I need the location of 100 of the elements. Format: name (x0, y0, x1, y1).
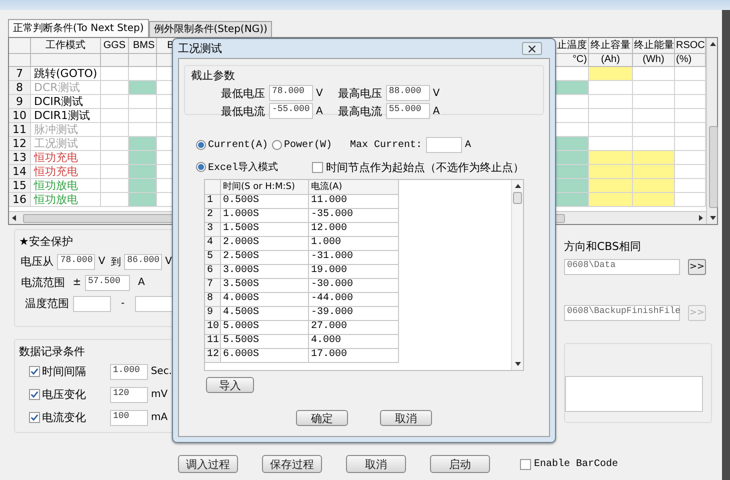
input-field[interactable]: 88.000 (386, 85, 430, 101)
table-cell: 17.000 (309, 349, 399, 363)
table-cell[interactable] (129, 193, 157, 207)
row-number: 3 (205, 223, 221, 237)
checkbox[interactable] (520, 458, 531, 470)
table-cell[interactable] (633, 81, 675, 95)
button[interactable]: 保存过程 (262, 455, 322, 473)
input-field[interactable]: 120 (110, 386, 148, 402)
label: Enable BarCode (534, 458, 618, 470)
table-cell[interactable] (589, 193, 633, 207)
tab[interactable]: 正常判断条件(To Next Step) (8, 19, 149, 37)
table-cell[interactable] (101, 95, 129, 109)
table-cell[interactable] (129, 95, 157, 109)
table-cell[interactable] (633, 179, 675, 193)
table-cell[interactable] (129, 67, 157, 81)
table-cell[interactable] (101, 151, 129, 165)
checkbox[interactable] (29, 389, 40, 400)
table-cell[interactable] (101, 179, 129, 193)
table-cell[interactable] (101, 165, 129, 179)
input-field[interactable]: 0608\Data (564, 259, 680, 275)
browse-button[interactable]: >> (688, 259, 706, 275)
input-field[interactable]: 57.500 (85, 274, 130, 290)
button[interactable]: 确定 (296, 410, 348, 426)
table-cell[interactable] (129, 137, 157, 151)
table-cell[interactable] (633, 193, 675, 207)
column-header[interactable]: 工作模式 (31, 38, 101, 54)
table-cell[interactable] (101, 81, 129, 95)
row-number: 11 (205, 335, 221, 349)
table-cell[interactable] (129, 81, 157, 95)
table-cell[interactable] (589, 95, 633, 109)
table-cell[interactable] (675, 137, 706, 151)
radio-button[interactable] (196, 140, 206, 150)
radio-button[interactable] (196, 162, 206, 172)
tab[interactable]: 例外限制条件(Step(NG)) (148, 21, 272, 37)
table-cell[interactable] (675, 165, 706, 179)
input-field[interactable]: 86.000 (124, 254, 162, 270)
table-cell[interactable] (633, 109, 675, 123)
vertical-scrollbar[interactable] (706, 38, 717, 224)
input-field[interactable]: -55.000 (269, 103, 313, 119)
table-cell[interactable] (633, 151, 675, 165)
table-cell[interactable] (101, 123, 129, 137)
table-cell[interactable] (589, 109, 633, 123)
table-cell[interactable] (675, 179, 706, 193)
radio-button[interactable] (272, 140, 282, 150)
table-cell[interactable] (129, 151, 157, 165)
table-cell[interactable] (589, 179, 633, 193)
checkbox[interactable] (29, 366, 40, 377)
column-header[interactable]: 终止能量 (633, 38, 675, 54)
button[interactable]: 调入过程 (178, 455, 238, 473)
table-cell[interactable] (129, 123, 157, 137)
button[interactable]: 启动 (430, 455, 490, 473)
input-field[interactable]: 100 (110, 410, 148, 426)
input-field[interactable]: 1.000 (110, 364, 148, 380)
table-cell[interactable] (589, 81, 633, 95)
table-cell[interactable] (589, 137, 633, 151)
label: 电流范围 (20, 275, 65, 290)
input-field[interactable] (426, 137, 462, 153)
table-cell[interactable] (101, 137, 129, 151)
table-cell[interactable] (101, 67, 129, 81)
column-header[interactable]: BMS (129, 38, 157, 54)
input-field[interactable]: 55.000 (386, 103, 430, 119)
table-cell[interactable] (675, 193, 706, 207)
label: A (138, 277, 145, 288)
import-button[interactable]: 导入 (206, 377, 254, 393)
table-cell[interactable] (129, 179, 157, 193)
table-cell[interactable] (633, 123, 675, 137)
input-field[interactable] (73, 296, 111, 312)
table-cell[interactable] (675, 123, 706, 137)
button[interactable]: 取消 (380, 410, 432, 426)
table-cell[interactable] (589, 151, 633, 165)
input-field[interactable]: 78.000 (57, 254, 96, 270)
table-cell[interactable] (633, 67, 675, 81)
column-header[interactable]: RSOC (675, 38, 706, 54)
table-cell[interactable] (101, 109, 129, 123)
table-cell[interactable] (633, 165, 675, 179)
input-field[interactable]: 78.000 (269, 85, 313, 101)
table-cell[interactable] (129, 165, 157, 179)
table-cell[interactable] (633, 137, 675, 151)
label: 最低电流 (220, 104, 265, 118)
table-cell[interactable] (675, 67, 706, 81)
row-number: 4 (205, 237, 221, 251)
input-field[interactable] (134, 296, 173, 312)
table-cell[interactable] (675, 109, 706, 123)
table-cell[interactable] (675, 81, 706, 95)
table-cell[interactable] (101, 193, 129, 207)
table-cell[interactable] (633, 95, 675, 109)
vertical-scrollbar[interactable] (511, 180, 523, 370)
close-button[interactable] (522, 42, 542, 55)
column-header[interactable]: 终止容量 (589, 38, 633, 54)
checkbox[interactable] (29, 412, 40, 423)
checkbox[interactable] (312, 162, 324, 172)
column-header[interactable]: GGS (101, 38, 129, 54)
table-cell[interactable] (675, 151, 706, 165)
table-cell[interactable] (589, 165, 633, 179)
table-cell[interactable] (589, 67, 633, 81)
table-cell[interactable] (589, 123, 633, 137)
table-cell[interactable] (129, 109, 157, 123)
button[interactable]: 取消 (346, 455, 406, 473)
table-cell[interactable] (675, 95, 706, 109)
text-area[interactable] (565, 376, 703, 412)
